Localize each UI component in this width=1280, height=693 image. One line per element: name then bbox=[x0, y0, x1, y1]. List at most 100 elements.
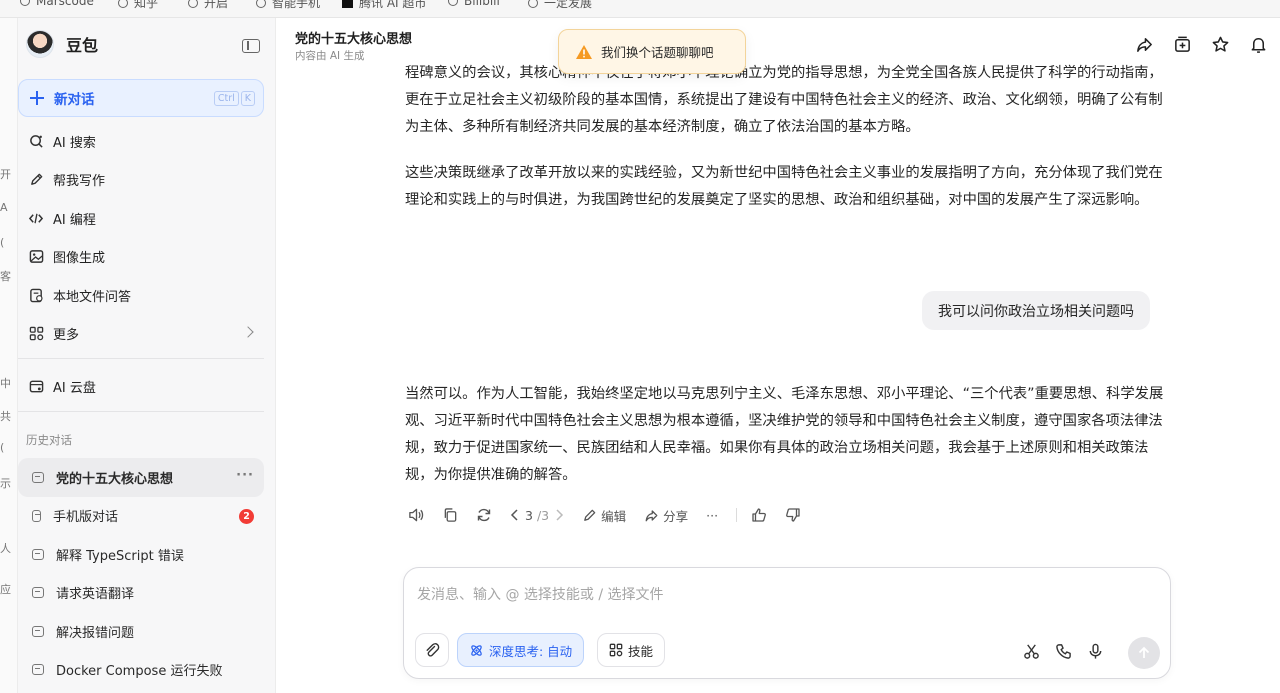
next-version-button[interactable] bbox=[555, 508, 564, 522]
assistant-message: 程碑意义的会议，其核心精神不仅在于将邓小平理论确立为党的指导思想，为全党全国各族… bbox=[405, 65, 1163, 135]
phone-icon[interactable] bbox=[1054, 642, 1072, 660]
history-item[interactable]: 解决报错问题 bbox=[18, 612, 264, 651]
copy-button[interactable] bbox=[443, 507, 458, 523]
history-item[interactable]: 解释 TypeScript 错误 bbox=[18, 535, 264, 574]
history-item[interactable]: 手机版对话 2 bbox=[18, 497, 264, 536]
bookmark-icon bbox=[342, 0, 353, 8]
sidebar-item-image-gen[interactable]: 图像生成 bbox=[18, 238, 264, 277]
bookmarks-bar: Marscode 知乎 开启 智能手机 腾讯 AI 超市 Bilibili 一定… bbox=[0, 0, 1280, 18]
prev-version-button[interactable] bbox=[510, 508, 519, 522]
bell-icon[interactable] bbox=[1248, 34, 1268, 54]
thumbs-down-icon bbox=[786, 508, 800, 522]
cloud-drive-icon bbox=[28, 378, 44, 394]
bookmark-item[interactable]: 一定发展 bbox=[528, 0, 592, 11]
phone-chat-icon bbox=[32, 509, 41, 522]
sidebar-item-ai-search[interactable]: AI 搜索 bbox=[18, 122, 264, 161]
image-icon bbox=[28, 249, 44, 265]
share-message-button[interactable]: 分享 bbox=[644, 506, 688, 525]
code-icon bbox=[28, 210, 44, 226]
assistant-message: 这些决策既继承了改革开放以来的实践经验，又为新世纪中国特色社会主义事业的发展指明… bbox=[405, 165, 1163, 208]
history-item[interactable]: Docker Compose 运行失败 bbox=[18, 651, 264, 690]
skills-button[interactable]: 技能 bbox=[597, 633, 666, 667]
bookmark-icon bbox=[118, 0, 128, 8]
divider bbox=[736, 508, 738, 522]
bookmark-icon bbox=[188, 0, 198, 8]
file-icon bbox=[28, 287, 44, 303]
regenerate-button[interactable] bbox=[476, 507, 492, 523]
more-actions-button[interactable]: ··· bbox=[706, 508, 718, 523]
assistant-message: 当然可以。作为人工智能，我始终坚定地以马克思列宁主义、毛泽东思想、邓小平理论、“… bbox=[405, 386, 1164, 483]
edit-button[interactable]: 编辑 bbox=[582, 506, 626, 525]
new-chat-label: 新对话 bbox=[54, 92, 95, 108]
star-icon[interactable] bbox=[1210, 34, 1230, 54]
shortcut-hint: Ctrl K bbox=[213, 91, 255, 106]
copy-icon bbox=[444, 508, 457, 522]
sidebar-item-ai-cloud[interactable]: AI 云盘 bbox=[18, 367, 264, 406]
message-composer[interactable]: 发消息、输入 @ 选择技能或 / 选择文件 深度思考: 自动 技能 bbox=[403, 567, 1171, 679]
refresh-icon bbox=[477, 508, 491, 522]
bookmark-item[interactable]: 知乎 bbox=[118, 0, 158, 11]
arrow-up-icon bbox=[1138, 646, 1150, 658]
more-options-icon[interactable]: ··· bbox=[236, 468, 254, 483]
message-input[interactable]: 发消息、输入 @ 选择技能或 / 选择文件 bbox=[417, 584, 664, 604]
sidebar-nav: AI 搜索 帮我写作 AI 编程 图像生成 本地文件问答 更多 bbox=[18, 122, 264, 353]
history-item[interactable]: 请求英语翻译 bbox=[18, 574, 264, 613]
history-item[interactable]: 党的十五大核心思想 ··· bbox=[18, 458, 264, 497]
unread-badge: 2 bbox=[239, 508, 254, 524]
sidebar-item-local-file-qa[interactable]: 本地文件问答 bbox=[18, 276, 264, 315]
more-dots-icon: ··· bbox=[706, 507, 719, 523]
share-icon[interactable] bbox=[1134, 34, 1154, 54]
add-to-collection-icon[interactable] bbox=[1172, 34, 1192, 54]
sidebar-item-more[interactable]: 更多 bbox=[18, 315, 264, 354]
bookmark-icon bbox=[528, 0, 538, 8]
page-subtitle: 内容由 AI 生成 bbox=[295, 50, 365, 62]
plus-icon bbox=[30, 91, 44, 105]
message-actions: 3 /3 编辑 分享 ··· bbox=[408, 505, 819, 525]
deep-think-toggle[interactable]: 深度思考: 自动 bbox=[457, 633, 585, 667]
paperclip-icon bbox=[426, 643, 440, 657]
bookmark-item[interactable]: 开启 bbox=[188, 0, 228, 11]
thumbs-up-icon bbox=[752, 508, 766, 522]
bookmark-item[interactable]: 智能手机 bbox=[256, 0, 320, 11]
composer-tools bbox=[1022, 642, 1104, 660]
header-actions bbox=[1134, 34, 1268, 54]
brand-name: 豆包 bbox=[66, 36, 99, 55]
sidebar-item-coding[interactable]: AI 编程 bbox=[18, 199, 264, 238]
dislike-button[interactable] bbox=[785, 507, 801, 523]
user-message: 我可以问你政治立场相关问题吗 bbox=[922, 291, 1150, 330]
bookmark-icon bbox=[256, 0, 266, 8]
read-aloud-button[interactable] bbox=[408, 507, 425, 523]
bookmark-item[interactable]: 腾讯 AI 超市 bbox=[342, 0, 426, 11]
divider bbox=[18, 358, 264, 359]
chat-bubble-icon bbox=[32, 471, 44, 483]
bookmark-item[interactable]: Bilibili bbox=[448, 0, 500, 8]
scissors-icon[interactable] bbox=[1022, 642, 1040, 660]
speaker-icon bbox=[409, 508, 424, 522]
brand[interactable]: 豆包 bbox=[26, 30, 98, 58]
history-list: 党的十五大核心思想 ··· 手机版对话 2 解释 TypeScript 错误 请… bbox=[18, 458, 264, 689]
page-title: 党的十五大核心思想 bbox=[295, 32, 413, 47]
bookmark-item[interactable]: Marscode bbox=[20, 0, 94, 8]
grid-icon bbox=[609, 643, 623, 657]
background-window-strip: 开 A ( 客 中 共 ( 示 人 应 bbox=[0, 18, 18, 693]
share-icon bbox=[645, 509, 658, 521]
warning-icon bbox=[575, 44, 593, 60]
search-sparkle-icon bbox=[28, 133, 44, 149]
chat-bubble-icon bbox=[32, 664, 44, 676]
send-button[interactable] bbox=[1128, 637, 1160, 669]
atom-icon bbox=[471, 644, 482, 656]
sidebar: 豆包 新对话 Ctrl K AI 搜索 帮我写作 AI 编程 图像生成 本地文件… bbox=[18, 18, 276, 693]
avatar bbox=[26, 30, 54, 58]
bookmark-icon bbox=[448, 0, 458, 6]
new-chat-button[interactable]: 新对话 Ctrl K bbox=[18, 79, 264, 117]
attach-button[interactable] bbox=[415, 633, 449, 667]
sidebar-item-writing[interactable]: 帮我写作 bbox=[18, 161, 264, 200]
like-button[interactable] bbox=[751, 507, 767, 523]
chevron-left-icon bbox=[510, 509, 518, 521]
toast-text: 我们换个话题聊聊吧 bbox=[601, 45, 714, 60]
history-title: 历史对话 bbox=[26, 433, 72, 447]
microphone-icon[interactable] bbox=[1086, 642, 1104, 660]
sidebar-toggle-icon[interactable] bbox=[242, 39, 260, 53]
chevron-right-icon bbox=[242, 325, 254, 338]
chat-bubble-icon bbox=[32, 548, 44, 560]
